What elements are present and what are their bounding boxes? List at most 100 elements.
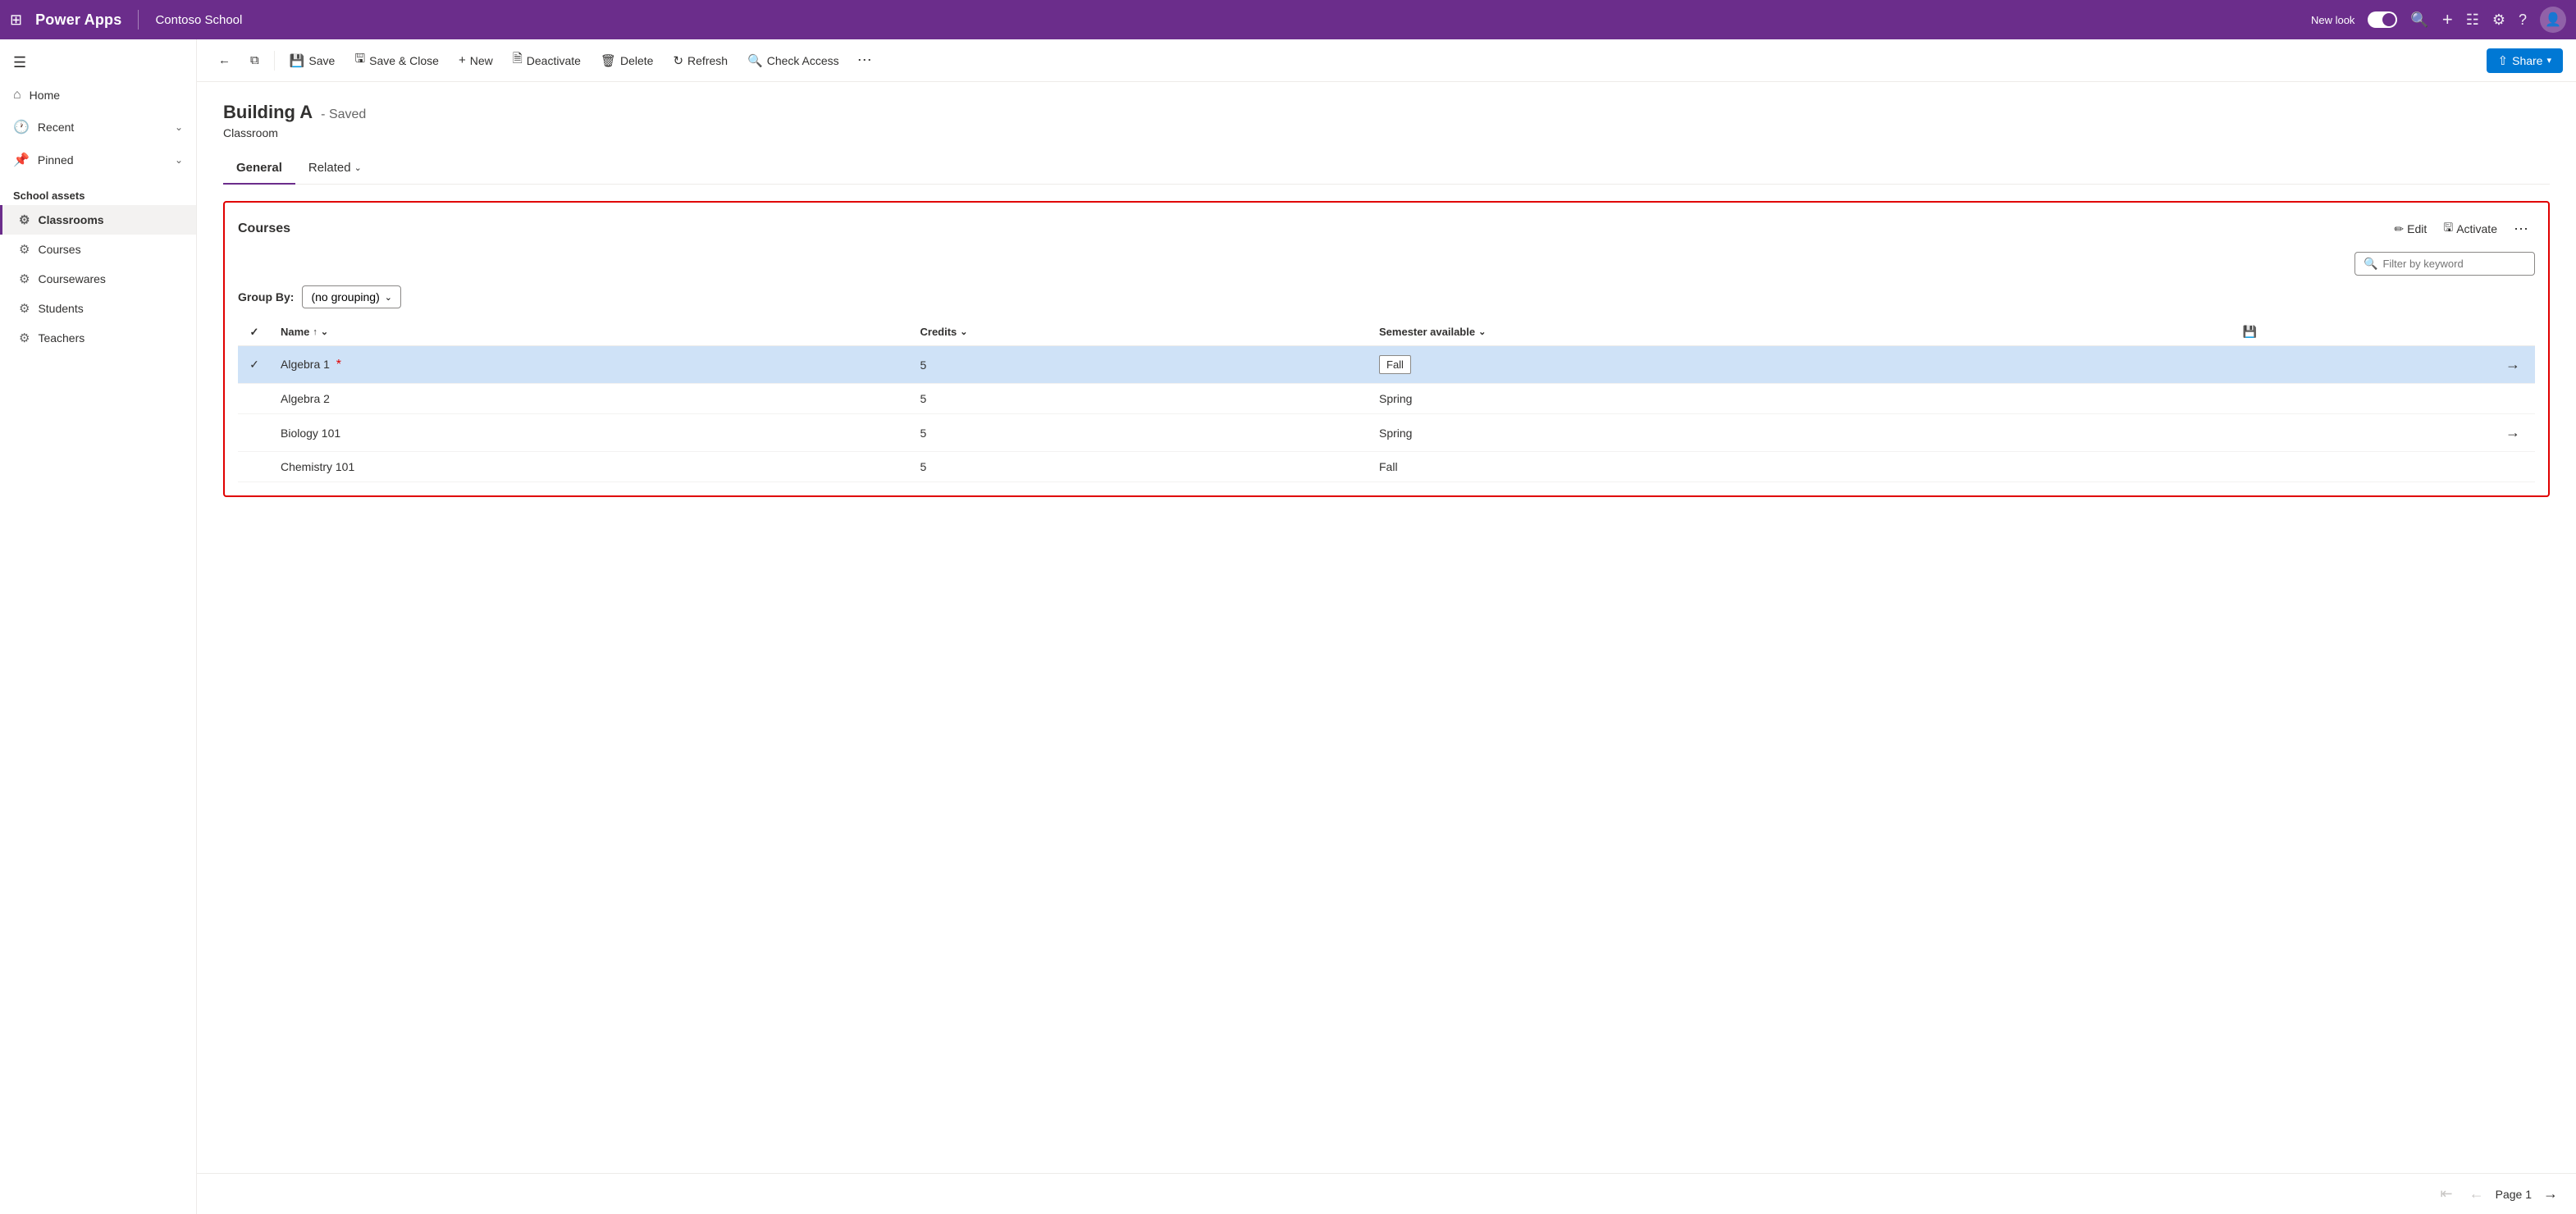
sidebar-item-home[interactable]: ⌂ Home (0, 80, 196, 111)
new-look-toggle[interactable] (2368, 11, 2397, 28)
table-row[interactable]: ✓ Algebra 1 * 5 Fall (238, 346, 2535, 384)
activate-label: Activate (2456, 222, 2497, 235)
activate-button[interactable]: 🖫 Activate (2437, 216, 2504, 242)
save-label: Save (308, 54, 335, 67)
courses-label: Courses (38, 243, 80, 256)
delete-button[interactable]: 🗑 Delete (592, 48, 662, 73)
save-button[interactable]: 💾 Save (281, 48, 344, 73)
row1-semester[interactable]: Fall (1369, 346, 2233, 384)
name-col-chevron: ⌄ (321, 326, 328, 337)
tabs: General Related ⌄ (223, 153, 2550, 185)
classrooms-icon: ⚙ (19, 212, 30, 227)
header-check-icon[interactable]: ✓ (250, 326, 259, 339)
filter-icon[interactable]: ☷ (2466, 11, 2479, 29)
sidebar-item-home-label: Home (30, 89, 60, 102)
page-first-button[interactable]: ⇤ (2436, 1182, 2458, 1206)
refresh-icon: ↻ (673, 53, 683, 68)
row1-semester-badge: Fall (1379, 355, 1411, 374)
row3-semester: Spring (1369, 414, 2233, 452)
table-header-row: ✓ Name ↑ ⌄ (238, 318, 2535, 346)
new-look-label: New look (2311, 14, 2354, 26)
row3-name: Biology 101 (271, 414, 911, 452)
row3-arrow[interactable]: → (2233, 414, 2535, 452)
courses-header: Courses ✏ Edit 🖫 Activate ⋯ (238, 216, 2535, 242)
sidebar-menu-icon[interactable]: ☰ (0, 46, 196, 80)
save-close-button[interactable]: 🖫 Save & Close (346, 45, 447, 75)
students-label: Students (38, 302, 83, 315)
row2-check (238, 384, 271, 414)
row4-credits: 5 (911, 452, 1370, 482)
credits-col-label: Credits (920, 326, 957, 338)
semester-col-label: Semester available (1379, 326, 1475, 338)
th-credits[interactable]: Credits ⌄ (911, 318, 1370, 346)
share-icon: ⇧ (2498, 53, 2509, 68)
th-semester[interactable]: Semester available ⌄ (1369, 318, 2233, 346)
back-icon: ← (218, 53, 231, 67)
sidebar-item-recent[interactable]: 🕐 Recent ⌄ (0, 111, 196, 144)
help-icon[interactable]: ? (2519, 11, 2527, 29)
group-by-select[interactable]: (no grouping) ⌄ (302, 285, 401, 308)
share-button[interactable]: ⇧ Share ▾ (2487, 48, 2563, 73)
toolbar-divider-1 (274, 51, 275, 71)
popout-button[interactable]: ⧉ (242, 48, 267, 72)
row2-semester: Spring (1369, 384, 2233, 414)
record-title: Building A (223, 102, 313, 123)
row2-name: Algebra 2 (271, 384, 911, 414)
sidebar-item-teachers[interactable]: ⚙ Teachers (0, 323, 196, 353)
table-row[interactable]: Chemistry 101 5 Fall (238, 452, 2535, 482)
sidebar-item-coursewares[interactable]: ⚙ Coursewares (0, 264, 196, 294)
toolbar: ← ⧉ 💾 Save 🖫 Save & Close + New 🗎 Deacti… (197, 39, 2576, 82)
teachers-icon: ⚙ (19, 331, 30, 345)
tab-related[interactable]: Related ⌄ (295, 153, 375, 185)
save-icon: 💾 (290, 53, 305, 68)
toolbar-more-button[interactable]: ⋯ (851, 47, 879, 74)
name-sort-icon: ↑ (313, 327, 317, 337)
new-button[interactable]: + New (450, 48, 501, 72)
filter-input[interactable] (2382, 258, 2526, 270)
pagination-row: ⇤ ← Page 1 → (197, 1173, 2576, 1214)
row3-navigate-button[interactable]: → (2501, 422, 2525, 443)
record-title-row: Building A - Saved (223, 102, 2550, 123)
search-icon[interactable]: 🔍 (2410, 11, 2428, 29)
table-row[interactable]: Algebra 2 5 Spring (238, 384, 2535, 414)
sidebar-item-courses[interactable]: ⚙ Courses (0, 235, 196, 264)
settings-icon[interactable]: ⚙ (2492, 11, 2505, 29)
refresh-button[interactable]: ↻ Refresh (665, 48, 736, 73)
add-icon[interactable]: + (2442, 9, 2453, 30)
back-button[interactable]: ← (210, 48, 239, 72)
waffle-icon[interactable]: ⊞ (10, 11, 22, 29)
share-label: Share (2512, 54, 2542, 67)
delete-label: Delete (620, 54, 653, 67)
sidebar-item-classrooms[interactable]: ⚙ Classrooms (0, 205, 196, 235)
check-access-label: Check Access (767, 54, 839, 67)
app-title: Power Apps (35, 11, 121, 29)
row1-check: ✓ (238, 346, 271, 384)
courses-more-button[interactable]: ⋯ (2507, 217, 2535, 241)
page-next-button[interactable]: → (2538, 1182, 2563, 1206)
home-icon: ⌂ (13, 88, 21, 103)
sidebar: ☰ ⌂ Home 🕐 Recent ⌄ 📌 Pinned ⌄ School as… (0, 39, 197, 1214)
page-label: Page 1 (2496, 1188, 2532, 1201)
group-by-label: Group By: (238, 290, 294, 304)
popout-icon: ⧉ (250, 53, 259, 67)
courses-icon: ⚙ (19, 242, 30, 257)
edit-button[interactable]: ✏ Edit (2387, 219, 2433, 240)
row1-name: Algebra 1 * (271, 346, 911, 384)
page-prev-button[interactable]: ← (2464, 1182, 2489, 1206)
th-actions: 💾 (2233, 318, 2535, 346)
table-row[interactable]: Biology 101 5 Spring → (238, 414, 2535, 452)
activate-icon: 🖫 (2443, 219, 2453, 239)
sidebar-item-students[interactable]: ⚙ Students (0, 294, 196, 323)
sidebar-item-pinned[interactable]: 📌 Pinned ⌄ (0, 144, 196, 176)
avatar[interactable]: 👤 (2540, 7, 2566, 33)
pinned-chevron-icon: ⌄ (175, 154, 183, 166)
sidebar-item-pinned-label: Pinned (38, 153, 74, 167)
check-access-button[interactable]: 🔍 Check Access (739, 48, 847, 73)
recent-chevron-icon: ⌄ (175, 121, 183, 133)
deactivate-button[interactable]: 🗎 Deactivate (505, 45, 589, 75)
row1-navigate-button[interactable]: → (2501, 354, 2525, 375)
row1-arrow[interactable]: → (2233, 346, 2535, 384)
tab-general[interactable]: General (223, 153, 295, 185)
th-name[interactable]: Name ↑ ⌄ (271, 318, 911, 346)
courses-actions: ✏ Edit 🖫 Activate ⋯ (2387, 216, 2535, 242)
